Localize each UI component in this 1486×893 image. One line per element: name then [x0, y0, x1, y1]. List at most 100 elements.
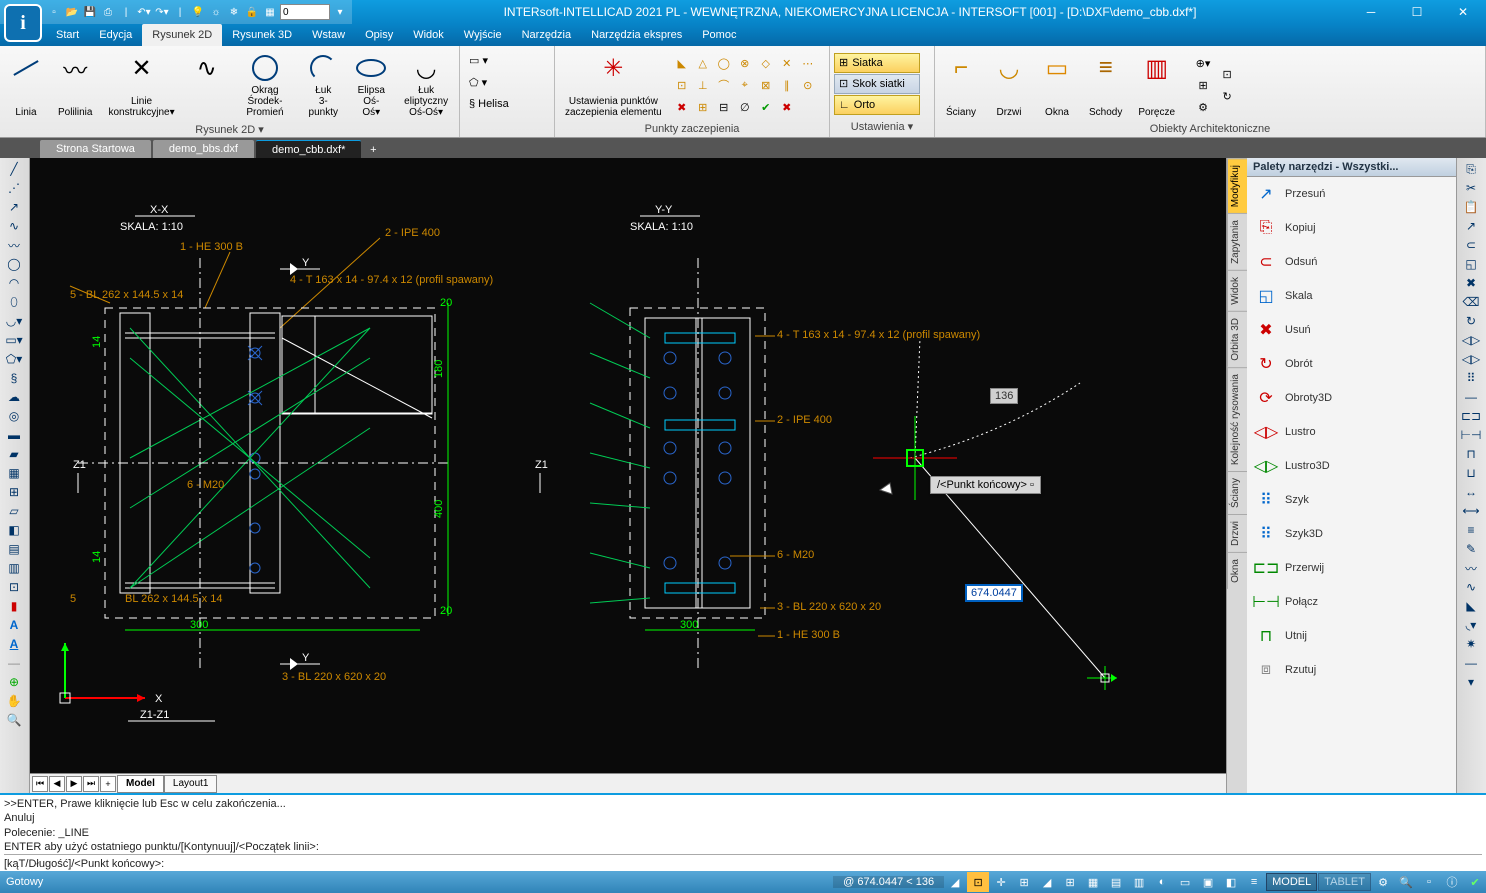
snap-midpoint-icon[interactable]: △: [693, 53, 713, 73]
status-list-icon[interactable]: ≡: [1243, 872, 1265, 892]
palette-item-odsun[interactable]: ⊂Odsuń: [1247, 245, 1456, 279]
rtool-scale-icon[interactable]: ◱: [1459, 255, 1483, 273]
snap-tangent-icon[interactable]: ⌒: [714, 75, 734, 95]
tool-xline-icon[interactable]: ⋰: [2, 179, 26, 197]
stairs-button[interactable]: ≡Schody: [1083, 50, 1128, 120]
palette-tab-okna[interactable]: Okna: [1227, 552, 1247, 589]
status-ann-icon[interactable]: ▣: [1197, 872, 1219, 892]
palette-item-skala[interactable]: ◱Skala: [1247, 279, 1456, 313]
snap-none-icon[interactable]: ∅: [735, 97, 755, 117]
palette-item-przesun[interactable]: ↗Przesuń: [1247, 177, 1456, 211]
menu-rysunek-2d[interactable]: Rysunek 2D: [142, 24, 222, 46]
open-icon[interactable]: 📂: [64, 4, 80, 20]
line-button[interactable]: Linia: [4, 50, 48, 120]
grid-button[interactable]: ⊞Siatka: [834, 53, 920, 73]
arch-axis-button[interactable]: ⊕▾: [1193, 53, 1213, 73]
arch-obj-button[interactable]: ⊞: [1193, 75, 1213, 95]
print-icon[interactable]: ⎙: [100, 4, 116, 20]
menu-wyjscie[interactable]: Wyjście: [454, 24, 512, 46]
status-iso-icon[interactable]: ◧: [1220, 872, 1242, 892]
palette-tab-kolejnosc[interactable]: Kolejność rysowania: [1227, 367, 1247, 471]
redo-icon[interactable]: ↷▾: [154, 4, 170, 20]
menu-wstaw[interactable]: Wstaw: [302, 24, 355, 46]
tool-ellipse-icon[interactable]: ⬯: [2, 293, 26, 311]
minimize-button[interactable]: ─: [1348, 0, 1394, 24]
palette-item-lustro[interactable]: ◁▷Lustro: [1247, 415, 1456, 449]
rtool-rotate-icon[interactable]: ↻: [1459, 312, 1483, 330]
palette-tab-orbita[interactable]: Orbita 3D: [1227, 311, 1247, 367]
rtool-chamfer-icon[interactable]: ◣: [1459, 597, 1483, 615]
rtool-offset-icon[interactable]: ⊂: [1459, 236, 1483, 254]
status-ortho-icon[interactable]: ⊡: [967, 872, 989, 892]
snap-node-icon[interactable]: ⊗: [735, 53, 755, 73]
layout-last-icon[interactable]: ⏭: [83, 776, 99, 792]
snap-perp-icon[interactable]: ⊥: [693, 75, 713, 95]
tool-curve-icon[interactable]: ∿: [2, 217, 26, 235]
tool-solid-icon[interactable]: ▰: [2, 445, 26, 463]
tool-circle-icon[interactable]: ◯: [2, 255, 26, 273]
palette-item-polacz[interactable]: ⊢⊣Połącz: [1247, 585, 1456, 619]
freeze-icon[interactable]: ❄: [226, 4, 242, 20]
layer-input[interactable]: [280, 4, 330, 20]
tool-mtext-icon[interactable]: A: [2, 635, 26, 653]
palette-item-utnij[interactable]: ⊓Utnij: [1247, 619, 1456, 653]
palette-tab-drzwi[interactable]: Drzwi: [1227, 514, 1247, 552]
menu-rysunek-3d[interactable]: Rysunek 3D: [222, 24, 302, 46]
snap-settings-button[interactable]: ✳Ustawienia punktów zaczepienia elementu: [559, 50, 668, 120]
panel-label-settings[interactable]: Ustawienia ▾: [832, 119, 932, 135]
polyline-button[interactable]: 〰Polilinia: [52, 50, 98, 120]
status-otrack-icon[interactable]: ◢: [1036, 872, 1058, 892]
tool-plane-icon[interactable]: ▱: [2, 502, 26, 520]
rtool-join-icon[interactable]: ⊢⊣: [1459, 426, 1483, 444]
snap-endpoint-icon[interactable]: ◣: [672, 53, 692, 73]
rtool-stretch-icon[interactable]: ↔: [1459, 483, 1483, 501]
status-lwt-icon[interactable]: ▦: [1082, 872, 1104, 892]
close-button[interactable]: ✕: [1440, 0, 1486, 24]
palette-item-rzutuj[interactable]: ⧈Rzutuj: [1247, 653, 1456, 687]
snap-extension-icon[interactable]: ⋯: [798, 53, 818, 73]
status-osnap-icon[interactable]: ⊞: [1013, 872, 1035, 892]
status-ok-icon[interactable]: ✔: [1464, 872, 1486, 892]
tool-spline-icon[interactable]: 〰: [2, 236, 26, 254]
rtool-explode-icon[interactable]: ✷: [1459, 635, 1483, 653]
circle-button[interactable]: Okrąg Środek-Promień: [233, 50, 298, 120]
tool-gradient-icon[interactable]: ▥: [2, 559, 26, 577]
arch-isogrid-button[interactable]: ⊡: [1217, 64, 1237, 84]
elliptical-arc-button[interactable]: ◡Łuk eliptyczny Oś-Oś▾: [397, 50, 455, 120]
menu-edycja[interactable]: Edycja: [89, 24, 142, 46]
tool-line-icon[interactable]: ╱: [2, 160, 26, 178]
snap-geo-icon[interactable]: ⊞: [693, 97, 713, 117]
palette-tab-modyfikuj[interactable]: Modyfikuj: [1227, 158, 1247, 213]
ellipse-button[interactable]: Elipsa Oś-Oś▾: [349, 50, 393, 120]
status-zoom-icon[interactable]: 🔍: [1395, 872, 1417, 892]
palette-item-szyk[interactable]: ⠿Szyk: [1247, 483, 1456, 517]
tool-earc-icon[interactable]: ◡▾: [2, 312, 26, 330]
tool-text-icon[interactable]: A: [2, 616, 26, 634]
command-input[interactable]: [164, 857, 1482, 871]
dropdown-icon[interactable]: ▾: [332, 4, 348, 20]
rtool-lengthen-icon[interactable]: ⟷: [1459, 502, 1483, 520]
lightbulb-icon[interactable]: 💡: [190, 4, 206, 20]
command-window[interactable]: >>ENTER, Prawe kliknięcie lub Esc w celu…: [0, 793, 1486, 871]
menu-start[interactable]: Start: [46, 24, 89, 46]
palette-item-szyk3d[interactable]: ⠿Szyk3D: [1247, 517, 1456, 551]
rtool-break-icon[interactable]: ⊏⊐: [1459, 407, 1483, 425]
status-dyn-icon[interactable]: ▤: [1105, 872, 1127, 892]
new-icon[interactable]: ▫: [46, 4, 62, 20]
status-gear-icon[interactable]: ⚙: [1372, 872, 1394, 892]
rtool-spline-icon[interactable]: ∿: [1459, 578, 1483, 596]
tool-poly-icon[interactable]: ⬠▾: [2, 350, 26, 368]
rtool-split-icon[interactable]: ≡: [1459, 521, 1483, 539]
add-tab-button[interactable]: +: [363, 142, 383, 158]
rtool-erase-icon[interactable]: ⌫: [1459, 293, 1483, 311]
tool-zoom-icon[interactable]: 🔍: [2, 711, 26, 729]
menu-pomoc[interactable]: Pomoc: [692, 24, 746, 46]
tool-wipeout-icon[interactable]: ▮: [2, 597, 26, 615]
layout-tab-layout1[interactable]: Layout1: [164, 775, 218, 793]
undo-icon[interactable]: ↶▾: [136, 4, 152, 20]
rtool-move-icon[interactable]: ↗: [1459, 217, 1483, 235]
layout-add-icon[interactable]: +: [100, 776, 116, 792]
distance-input[interactable]: 674.0447: [965, 584, 1023, 602]
layers-icon[interactable]: ▦: [262, 4, 278, 20]
maximize-button[interactable]: ☐: [1394, 0, 1440, 24]
